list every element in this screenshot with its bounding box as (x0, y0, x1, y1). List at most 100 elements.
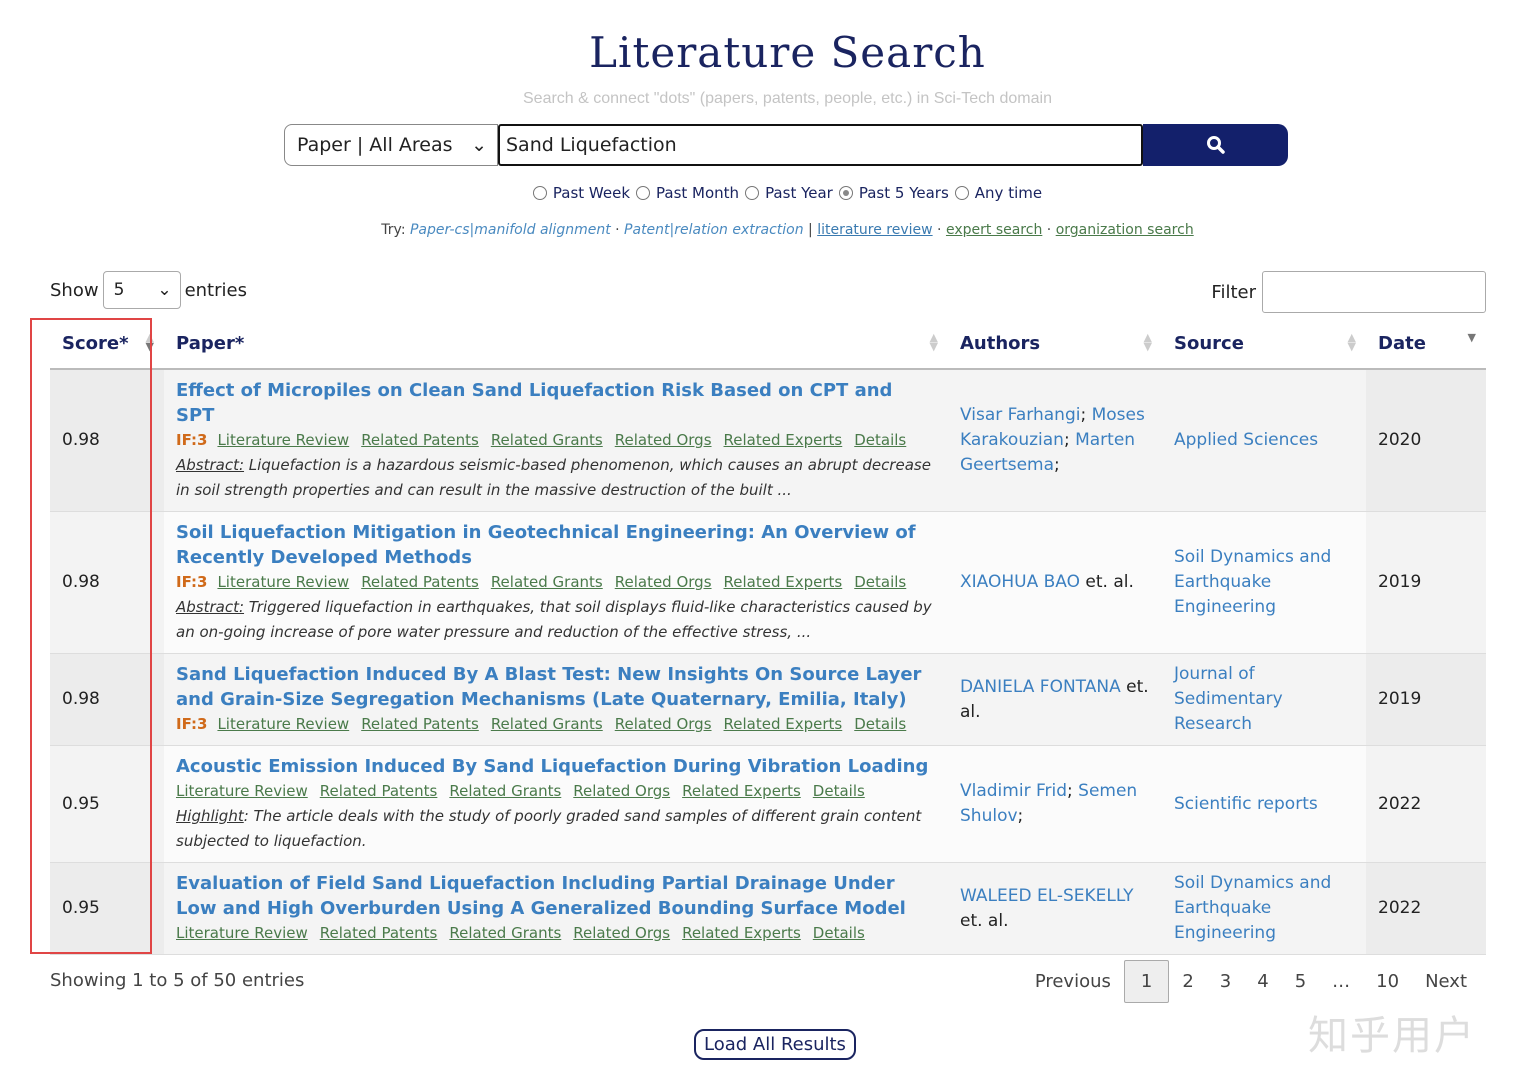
related-grants-link[interactable]: Related Grants (449, 782, 561, 800)
paper-title-link[interactable]: Effect of Micropiles on Clean Sand Lique… (176, 378, 936, 428)
try-label: Try: (381, 222, 406, 238)
related-grants-link[interactable]: Related Grants (449, 924, 561, 942)
filter-control: Filter (1211, 271, 1486, 313)
literature-review-link[interactable]: literature review (817, 222, 932, 238)
area-select[interactable]: Paper | All Areas ⌄ (284, 124, 498, 166)
abstract: Highlight: The article deals with the st… (176, 804, 936, 854)
table-row: 0.95 Acoustic Emission Induced By Sand Li… (50, 745, 1486, 863)
related-grants-link[interactable]: Related Grants (491, 573, 603, 591)
radio-button[interactable] (636, 186, 651, 200)
related-experts-link[interactable]: Related Experts (724, 431, 843, 449)
search-icon (1206, 136, 1225, 154)
page-3[interactable]: 3 (1207, 961, 1244, 1002)
page-1[interactable]: 1 (1123, 960, 1170, 1003)
site-logo[interactable]: Literature Search (0, 28, 1520, 77)
column-authors[interactable]: Authors ▲ ▼ (948, 318, 1162, 370)
related-orgs-link[interactable]: Related Orgs (573, 782, 670, 800)
related-patents-link[interactable]: Related Patents (361, 573, 479, 591)
literature-review-link[interactable]: Literature Review (176, 924, 308, 942)
related-patents-link[interactable]: Related Patents (361, 431, 479, 449)
column-paper[interactable]: Paper* ▲ ▼ (164, 318, 948, 370)
author-link[interactable]: XIAOHUA BAO (960, 572, 1080, 592)
radio-button[interactable] (532, 186, 547, 200)
details-link[interactable]: Details (854, 715, 906, 733)
source-link[interactable]: Journal of Sedimentary Research (1162, 653, 1366, 746)
radio-button[interactable] (954, 186, 969, 200)
column-source[interactable]: Source ▲ ▼ (1162, 318, 1366, 370)
filter-input[interactable] (1262, 271, 1486, 313)
paper-title-link[interactable]: Evaluation of Field Sand Liquefaction In… (176, 871, 936, 921)
next-button[interactable]: Next (1412, 961, 1480, 1002)
page-2[interactable]: 2 (1169, 961, 1206, 1002)
search-input[interactable]: Sand Liquefaction (498, 124, 1143, 166)
paper-links: IF:3 Literature Review Related Patents Rela… (176, 712, 936, 737)
radio-label: Past 5 Years (858, 184, 949, 202)
radio-any-time[interactable]: Any time (954, 184, 1042, 202)
radio-button[interactable] (838, 186, 853, 200)
watermark: 知乎用户 (1308, 1013, 1476, 1059)
related-grants-link[interactable]: Related Grants (491, 715, 603, 733)
source-link[interactable]: Soil Dynamics and Earthquake Engineering (1162, 862, 1366, 955)
radio-past-week[interactable]: Past Week (532, 184, 631, 202)
radio-past-year[interactable]: Past Year (745, 184, 833, 202)
details-link[interactable]: Details (813, 782, 865, 800)
expert-search-link[interactable]: expert search (946, 222, 1042, 238)
search-button[interactable] (1143, 124, 1288, 166)
source-link[interactable]: Applied Sciences (1162, 369, 1366, 512)
related-patents-link[interactable]: Related Patents (361, 715, 479, 733)
source-link[interactable]: Scientific reports (1162, 745, 1366, 863)
details-link[interactable]: Details (854, 431, 906, 449)
page-5[interactable]: 5 (1282, 961, 1319, 1002)
related-patents-link[interactable]: Related Patents (320, 924, 438, 942)
literature-review-link[interactable]: Literature Review (217, 715, 349, 733)
author-link[interactable]: WALEED EL-SEKELLY (960, 886, 1134, 906)
radio-past-5-years[interactable]: Past 5 Years (838, 184, 949, 202)
related-experts-link[interactable]: Related Experts (682, 782, 801, 800)
related-experts-link[interactable]: Related Experts (724, 715, 843, 733)
date-cell: 2022 (1366, 862, 1486, 955)
literature-review-link[interactable]: Literature Review (176, 782, 308, 800)
details-link[interactable]: Details (854, 573, 906, 591)
date-cell: 2019 (1366, 653, 1486, 746)
date-cell: 2020 (1366, 369, 1486, 512)
related-grants-link[interactable]: Related Grants (491, 431, 603, 449)
details-link[interactable]: Details (813, 924, 865, 942)
radio-past-month[interactable]: Past Month (636, 184, 739, 202)
sort-icon[interactable]: ▼ (1468, 332, 1476, 343)
related-patents-link[interactable]: Related Patents (320, 782, 438, 800)
related-experts-link[interactable]: Related Experts (682, 924, 801, 942)
sort-icon[interactable]: ▲ ▼ (930, 332, 938, 352)
entries-select[interactable]: 5 ⌄ (102, 271, 181, 309)
previous-button[interactable]: Previous (1022, 961, 1124, 1002)
example-link[interactable]: Patent|relation extraction (624, 222, 804, 238)
author-link[interactable]: Vladimir Frid (960, 781, 1067, 801)
load-all-button[interactable]: Load All Results (694, 1029, 856, 1060)
authors-cell: XIAOHUA BAO et. al. (948, 511, 1162, 654)
paper-cell: Evaluation of Field Sand Liquefaction In… (164, 862, 948, 955)
radio-label: Past Week (552, 184, 631, 202)
example-link[interactable]: Paper-cs|manifold alignment (410, 222, 611, 238)
organization-search-link[interactable]: organization search (1056, 222, 1194, 238)
paper-title-link[interactable]: Acoustic Emission Induced By Sand Liquef… (176, 754, 936, 779)
author-link[interactable]: Visar Farhangi (960, 405, 1080, 425)
sort-icon[interactable]: ▲ ▼ (1348, 332, 1356, 352)
paper-title-link[interactable]: Soil Liquefaction Mitigation in Geotechn… (176, 520, 936, 570)
column-date[interactable]: Date ▼ (1366, 318, 1486, 370)
literature-review-link[interactable]: Literature Review (217, 573, 349, 591)
related-orgs-link[interactable]: Related Orgs (615, 573, 712, 591)
page-4[interactable]: 4 (1244, 961, 1281, 1002)
page-10[interactable]: 10 (1363, 961, 1412, 1002)
radio-button[interactable] (745, 186, 760, 200)
literature-review-link[interactable]: Literature Review (217, 431, 349, 449)
sort-icon[interactable]: ▲ ▼ (1144, 332, 1152, 352)
paper-title-link[interactable]: Sand Liquefaction Induced By A Blast Tes… (176, 662, 936, 712)
related-experts-link[interactable]: Related Experts (724, 573, 843, 591)
author-link[interactable]: DANIELA FONTANA (960, 677, 1121, 697)
entries-label: entries (184, 279, 247, 301)
related-orgs-link[interactable]: Related Orgs (615, 715, 712, 733)
related-orgs-link[interactable]: Related Orgs (615, 431, 712, 449)
related-orgs-link[interactable]: Related Orgs (573, 924, 670, 942)
source-link[interactable]: Soil Dynamics and Earthquake Engineering (1162, 511, 1366, 654)
table-row: 0.98 Effect of Micropiles on Clean Sand L… (50, 369, 1486, 512)
show-label: Show (50, 279, 99, 301)
